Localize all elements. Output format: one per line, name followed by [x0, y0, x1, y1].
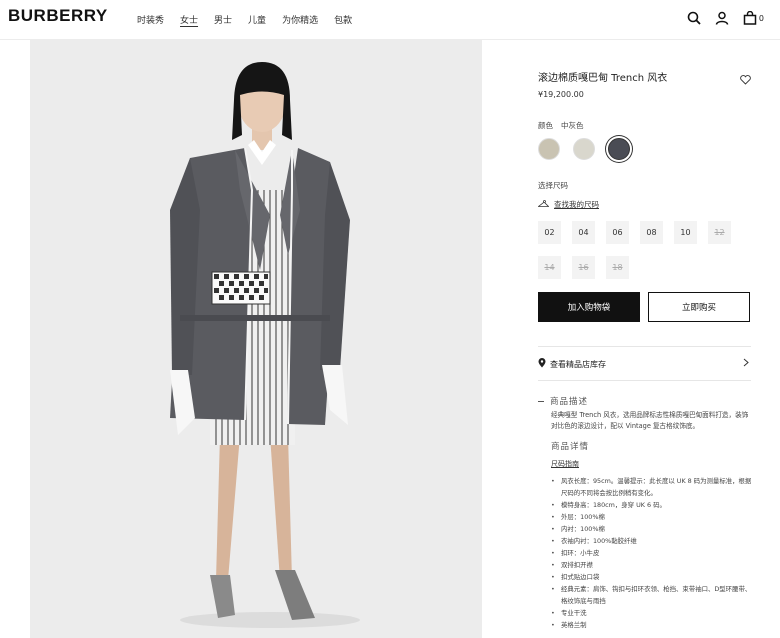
- size-option[interactable]: 08: [640, 221, 663, 244]
- nav-item-bags[interactable]: 包款: [334, 13, 352, 26]
- detail-item: 内衬：100%棉: [551, 523, 756, 535]
- size-option[interactable]: 18: [606, 256, 629, 279]
- check-store-stock-row[interactable]: 查看精品店库存: [538, 358, 751, 370]
- divider: [538, 346, 751, 347]
- size-option[interactable]: 02: [538, 221, 561, 244]
- header-icons: 0: [687, 11, 764, 25]
- detail-item: 扣环：小牛皮: [551, 547, 756, 559]
- color-swatch-beige[interactable]: [538, 138, 560, 160]
- size-option[interactable]: 10: [674, 221, 697, 244]
- color-swatch-mid-grey[interactable]: [608, 138, 630, 160]
- brand-logo[interactable]: BURBERRY: [8, 6, 108, 26]
- find-my-size-link[interactable]: 查找我的尺码: [537, 199, 599, 210]
- product-description: 经典嘎型 Trench 风衣，选用品牌标志性棉质嘎巴甸面料打造，装饰对比色的滚边…: [551, 411, 749, 430]
- color-swatches: [538, 138, 630, 160]
- detail-item: 外层：100%棉: [551, 511, 756, 523]
- nav-item-selected-for-you[interactable]: 为你精选: [282, 13, 318, 26]
- divider: [538, 380, 751, 381]
- nav-item-men[interactable]: 男士: [214, 13, 232, 26]
- details-heading: 商品详情: [551, 442, 590, 452]
- product-image: [30, 40, 482, 638]
- detail-item: 风衣长度：95cm。温馨提示：此长度以 UK 8 码为测量标准，根据尺码的不同将…: [551, 475, 756, 499]
- buy-now-button[interactable]: 立即购买: [648, 292, 750, 322]
- hanger-icon: [537, 199, 550, 210]
- size-option[interactable]: 14: [538, 256, 561, 279]
- find-my-size-label: 查找我的尺码: [554, 200, 599, 209]
- bag-icon: [743, 11, 757, 25]
- color-label-text: 颜色: [538, 121, 553, 130]
- size-label: 选择尺码: [538, 181, 568, 190]
- size-option[interactable]: 16: [572, 256, 595, 279]
- location-pin-icon: [538, 358, 546, 370]
- size-options: 02 04 06 08 10 12 14 16 18: [538, 221, 748, 279]
- color-label: 颜色 中灰色: [538, 120, 592, 131]
- fit-guide-link[interactable]: 尺码指南: [551, 459, 579, 469]
- detail-item: 经典元素：肩饰、钩扣与扣环衣领、枪挡、束带袖口、D型环腰带、格纹饰底与雨挡: [551, 583, 756, 607]
- collapse-dash-icon: [538, 400, 544, 402]
- description-section-toggle[interactable]: 商品描述: [538, 395, 588, 407]
- product-details-list: 风衣长度：95cm。温馨提示：此长度以 UK 8 码为测量标准，根据尺码的不同将…: [551, 475, 756, 631]
- add-to-bag-button[interactable]: 加入购物袋: [538, 292, 640, 322]
- product-title: 滚边棉质嘎巴甸 Trench 风衣: [538, 73, 668, 84]
- selected-color-name: 中灰色: [561, 121, 584, 130]
- bag-count: 0: [758, 13, 764, 23]
- nav-item-children[interactable]: 儿童: [248, 13, 266, 26]
- heart-icon[interactable]: [740, 70, 751, 89]
- color-swatch-stone[interactable]: [573, 138, 595, 160]
- search-icon[interactable]: [687, 11, 701, 25]
- size-option[interactable]: 04: [572, 221, 595, 244]
- check-store-stock-label: 查看精品店库存: [550, 359, 606, 369]
- detail-item: 专业干洗: [551, 607, 756, 619]
- detail-item: 扣式贴边口袋: [551, 571, 756, 583]
- chevron-right-icon: [743, 358, 749, 369]
- size-option[interactable]: 12: [708, 221, 731, 244]
- user-icon[interactable]: [715, 11, 729, 25]
- site-header: BURBERRY 时装秀 女士 男士 儿童 为你精选 包款 0: [0, 0, 780, 40]
- size-option[interactable]: 06: [606, 221, 629, 244]
- detail-item: 双排扣开襟: [551, 559, 756, 571]
- main-nav: 时装秀 女士 男士 儿童 为你精选 包款: [137, 13, 368, 26]
- bag-button[interactable]: 0: [743, 11, 764, 25]
- detail-item: 英格兰制: [551, 619, 756, 631]
- description-heading: 商品描述: [550, 397, 589, 407]
- detail-item: 模特身高：180cm，身穿 UK 6 码。: [551, 499, 756, 511]
- model-wearing-trench-coat-illustration: [30, 40, 482, 638]
- nav-item-women[interactable]: 女士: [180, 13, 198, 26]
- product-price: ¥19,200.00: [538, 90, 584, 99]
- nav-item-runway[interactable]: 时装秀: [137, 13, 164, 26]
- detail-item: 衣袖内衬：100%黏胶纤维: [551, 535, 756, 547]
